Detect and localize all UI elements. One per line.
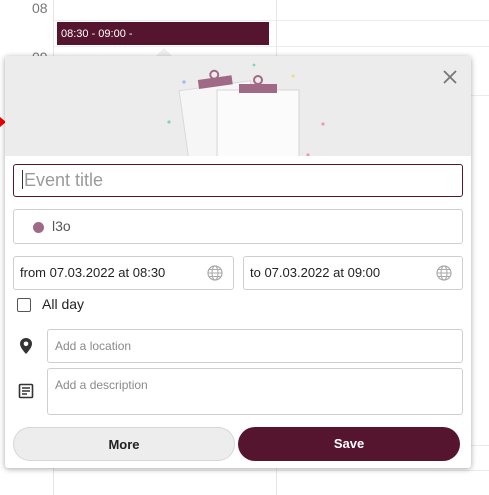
end-date-text: to 07.03.2022 at 09:00 (250, 265, 381, 280)
start-date-text: from 07.03.2022 at 08:30 (20, 265, 166, 280)
new-event-popup: Event title l3o from 07.03.2022 at 08:30… (5, 56, 471, 468)
all-day-label[interactable]: All day (42, 296, 84, 312)
close-icon (443, 70, 457, 84)
location-input[interactable]: Add a location (47, 329, 463, 363)
grid-line (54, 470, 489, 471)
end-date-field[interactable]: to 07.03.2022 at 09:00 (243, 256, 463, 290)
calendar-event[interactable]: 08:30 - 09:00 - (57, 22, 269, 45)
text-cursor (22, 170, 23, 189)
start-date-field[interactable]: from 07.03.2022 at 08:30 (13, 256, 234, 290)
grid-line (471, 95, 489, 96)
calendar-select[interactable]: l3o (13, 209, 463, 244)
clipboard-illustration (167, 63, 325, 156)
location-pin-icon (20, 338, 32, 354)
hour-label: 08 (32, 0, 48, 16)
calendar-name: l3o (52, 218, 71, 234)
more-button[interactable]: More (13, 427, 235, 461)
event-title-placeholder: Event title (24, 170, 104, 190)
description-input[interactable]: Add a description (47, 368, 463, 415)
calendar-color-dot (33, 222, 44, 233)
description-placeholder: Add a description (55, 378, 148, 392)
grid-line (54, 46, 489, 47)
save-button[interactable]: Save (238, 427, 460, 461)
event-title-input[interactable]: Event title (13, 164, 463, 197)
location-placeholder: Add a location (55, 339, 132, 353)
close-button[interactable] (441, 68, 459, 86)
description-icon (18, 383, 34, 399)
timezone-globe-icon[interactable] (207, 265, 223, 281)
all-day-checkbox[interactable] (17, 298, 31, 312)
popup-illustration (5, 56, 471, 156)
timezone-globe-icon[interactable] (436, 265, 452, 281)
grid-line (54, 20, 489, 21)
